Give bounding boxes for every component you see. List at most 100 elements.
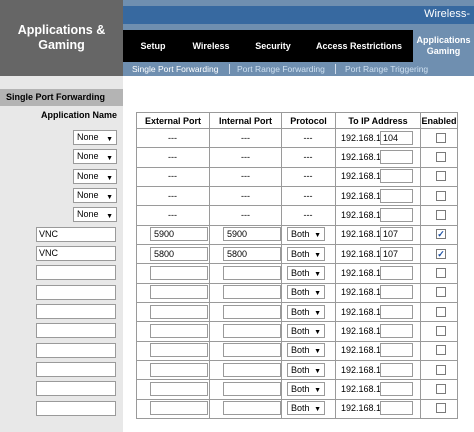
ip-last-octet-input[interactable] bbox=[380, 149, 413, 164]
ip-last-octet-input[interactable] bbox=[380, 207, 413, 222]
external-port-input[interactable]: 5800 bbox=[150, 246, 208, 261]
ip-last-octet-input[interactable] bbox=[380, 323, 413, 338]
external-port-input[interactable] bbox=[150, 362, 208, 377]
internal-port-input[interactable]: 5800 bbox=[223, 246, 281, 261]
enabled-checkbox[interactable] bbox=[436, 287, 446, 298]
application-name-select[interactable]: None ▼ bbox=[73, 188, 117, 204]
enabled-checkbox[interactable]: ✓ bbox=[436, 229, 446, 240]
ip-last-octet-input[interactable]: 104 bbox=[380, 130, 413, 145]
protocol-select[interactable]: Both ▼ bbox=[287, 227, 325, 242]
application-name-input[interactable]: VNC bbox=[36, 226, 116, 242]
ip-last-octet-input[interactable] bbox=[380, 401, 413, 416]
ip-last-octet-input[interactable] bbox=[380, 362, 413, 377]
enabled-checkbox[interactable] bbox=[436, 190, 446, 201]
application-name-select[interactable]: None ▼ bbox=[73, 207, 117, 223]
external-port-input[interactable]: 5900 bbox=[150, 227, 208, 242]
application-name-input[interactable] bbox=[36, 342, 116, 358]
external-port-input[interactable] bbox=[150, 343, 208, 358]
protocol-select[interactable]: Both ▼ bbox=[287, 381, 325, 396]
application-name-select[interactable]: None ▼ bbox=[73, 149, 117, 165]
subtab-single-port-forwarding[interactable]: Single Port Forwarding bbox=[132, 63, 218, 75]
table-row: Both ▼ 192.168.1. bbox=[136, 340, 458, 361]
table-row: Both ▼ 192.168.1. bbox=[136, 321, 458, 342]
table-row: --- --- --- 192.168.1. bbox=[136, 166, 458, 187]
application-name-input[interactable] bbox=[36, 323, 116, 339]
enabled-checkbox[interactable] bbox=[436, 132, 446, 143]
internal-port-input[interactable] bbox=[223, 401, 281, 416]
table-row: 5900 5900 Both ▼ 192.168.1. 107 ✓ bbox=[136, 224, 458, 245]
subtab-port-range-triggering[interactable]: Port Range Triggering bbox=[345, 63, 428, 75]
application-name-input[interactable] bbox=[36, 265, 116, 281]
brand-stripe bbox=[123, 6, 474, 24]
application-name-input[interactable] bbox=[36, 304, 116, 320]
protocol-select[interactable]: Both ▼ bbox=[287, 265, 325, 280]
enabled-checkbox[interactable] bbox=[436, 306, 446, 317]
application-name-select[interactable]: None ▼ bbox=[73, 130, 117, 146]
chevron-down-icon: ▼ bbox=[314, 309, 321, 317]
ip-last-octet-input[interactable] bbox=[380, 381, 413, 396]
ip-prefix: 192.168.1. bbox=[341, 287, 384, 298]
external-port-input[interactable] bbox=[150, 285, 208, 300]
external-port-input[interactable] bbox=[150, 401, 208, 416]
application-name-input[interactable] bbox=[36, 362, 116, 378]
ip-prefix: 192.168.1. bbox=[341, 151, 384, 162]
internal-port-input[interactable] bbox=[223, 285, 281, 300]
enabled-checkbox[interactable] bbox=[436, 325, 446, 336]
enabled-checkbox[interactable] bbox=[436, 267, 446, 278]
tab-access-restrictions[interactable]: Access Restrictions bbox=[309, 30, 409, 62]
protocol-select[interactable]: Both ▼ bbox=[287, 323, 325, 338]
table-row: Both ▼ 192.168.1. bbox=[136, 379, 458, 400]
section-header: Applications & Gaming bbox=[0, 0, 123, 76]
ip-last-octet-input[interactable] bbox=[380, 188, 413, 203]
external-port-input[interactable] bbox=[150, 304, 208, 319]
application-name-input[interactable] bbox=[36, 284, 116, 300]
ip-last-octet-input[interactable] bbox=[380, 304, 413, 319]
tab-setup[interactable]: Setup bbox=[131, 30, 175, 62]
ip-prefix: 192.168.1. bbox=[341, 306, 384, 317]
external-port-input[interactable] bbox=[150, 265, 208, 280]
application-name-select[interactable]: None ▼ bbox=[73, 168, 117, 184]
external-port-input[interactable] bbox=[150, 323, 208, 338]
application-name-input[interactable]: VNC bbox=[36, 246, 116, 262]
ip-last-octet-input[interactable] bbox=[380, 169, 413, 184]
protocol-select[interactable]: Both ▼ bbox=[287, 401, 325, 416]
enabled-checkbox[interactable] bbox=[436, 209, 446, 220]
ip-last-octet-input[interactable]: 107 bbox=[380, 246, 413, 261]
enabled-checkbox[interactable] bbox=[436, 364, 446, 375]
tab-applications-gaming[interactable]: Applications Gaming bbox=[413, 30, 474, 62]
enabled-checkbox[interactable] bbox=[436, 171, 446, 182]
internal-port-input[interactable] bbox=[223, 265, 281, 280]
ip-last-octet-input[interactable] bbox=[380, 343, 413, 358]
application-name-input[interactable] bbox=[36, 400, 116, 416]
protocol-select[interactable]: Both ▼ bbox=[287, 304, 325, 319]
ip-last-octet-input[interactable] bbox=[380, 285, 413, 300]
internal-port-input[interactable] bbox=[223, 343, 281, 358]
enabled-checkbox[interactable]: ✓ bbox=[436, 248, 446, 259]
subtab-port-range-forwarding[interactable]: Port Range Forwarding bbox=[237, 63, 325, 75]
internal-port-input[interactable] bbox=[223, 304, 281, 319]
internal-port-input[interactable] bbox=[223, 362, 281, 377]
table-row: --- --- --- 192.168.1. bbox=[136, 147, 458, 168]
protocol-select[interactable]: Both ▼ bbox=[287, 285, 325, 300]
internal-port-input[interactable]: 5900 bbox=[223, 227, 281, 242]
internal-port-input[interactable] bbox=[223, 381, 281, 396]
main-tabs: Setup Wireless Security Access Restricti… bbox=[123, 30, 474, 62]
protocol-select[interactable]: Both ▼ bbox=[287, 362, 325, 377]
protocol-select[interactable]: Both ▼ bbox=[287, 343, 325, 358]
tab-security[interactable]: Security bbox=[247, 30, 299, 62]
protocol-select-value: Both bbox=[291, 248, 310, 259]
protocol-select[interactable]: Both ▼ bbox=[287, 246, 325, 261]
table-row: --- --- --- 192.168.1. bbox=[136, 185, 458, 207]
enabled-checkbox[interactable] bbox=[436, 403, 446, 414]
external-port-input[interactable] bbox=[150, 381, 208, 396]
enabled-checkbox[interactable] bbox=[436, 151, 446, 162]
ip-last-octet-input[interactable] bbox=[380, 265, 413, 280]
chevron-down-icon: ▼ bbox=[314, 367, 321, 375]
enabled-checkbox[interactable] bbox=[436, 383, 446, 394]
internal-port-input[interactable] bbox=[223, 323, 281, 338]
application-name-input[interactable] bbox=[36, 381, 116, 397]
enabled-checkbox[interactable] bbox=[436, 345, 446, 356]
ip-last-octet-input[interactable]: 107 bbox=[380, 227, 413, 242]
chevron-down-icon: ▼ bbox=[314, 232, 321, 240]
tab-wireless[interactable]: Wireless bbox=[185, 30, 237, 62]
